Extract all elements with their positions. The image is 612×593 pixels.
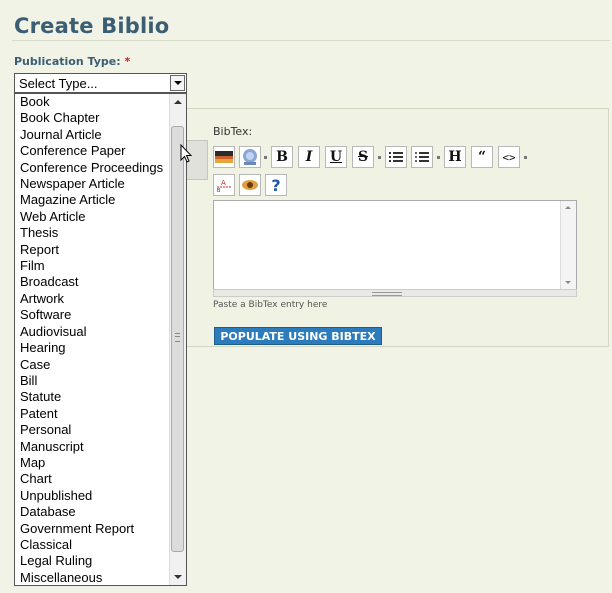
dropdown-option[interactable]: Conference Paper	[15, 143, 186, 159]
dropdown-option[interactable]: Database	[15, 504, 186, 520]
dropdown-option[interactable]: Unpublished	[15, 488, 186, 504]
dropdown-option[interactable]: Thesis	[15, 225, 186, 241]
toolbar-separator	[437, 156, 440, 159]
dropdown-option[interactable]: Broadcast	[15, 274, 186, 290]
dropdown-option[interactable]: Chart	[15, 471, 186, 487]
image-icon[interactable]	[213, 146, 235, 168]
dropdown-option[interactable]: Audiovisual	[15, 324, 186, 340]
publication-type-select[interactable]: Select Type...	[14, 73, 187, 93]
dropdown-option[interactable]: Patent	[15, 406, 186, 422]
dropdown-option[interactable]: Case	[15, 357, 186, 373]
option-list: Book Book Chapter Journal Article Conferenc…	[15, 94, 186, 585]
mouse-cursor-icon	[180, 144, 192, 163]
dropdown-option[interactable]: Artwork	[15, 291, 186, 307]
scroll-up-icon[interactable]	[174, 100, 182, 104]
page-title: Create Biblio	[14, 14, 170, 38]
dropdown-option[interactable]: Book Chapter	[15, 110, 186, 126]
bold-button[interactable]: B	[271, 146, 293, 168]
populate-bibtex-button[interactable]: POPULATE USING BIBTEX	[214, 327, 382, 345]
underline-button[interactable]: U	[325, 146, 347, 168]
scroll-thumb[interactable]	[171, 126, 184, 552]
dropdown-option[interactable]: Software	[15, 307, 186, 323]
toolbar-separator	[264, 156, 267, 159]
svg-text:A: A	[221, 179, 226, 187]
bullet-list-icon[interactable]	[411, 146, 433, 168]
strikethrough-button[interactable]: S	[352, 146, 374, 168]
chevron-down-icon[interactable]	[170, 75, 185, 91]
select-value: Select Type...	[19, 76, 98, 91]
dropdown-option[interactable]: Manuscript	[15, 439, 186, 455]
bibtex-label: BibTex:	[213, 125, 253, 138]
dropdown-option[interactable]: Film	[15, 258, 186, 274]
dropdown-option[interactable]: Classical	[15, 537, 186, 553]
dropdown-scrollbar[interactable]	[169, 94, 186, 585]
text-format-icon[interactable]: AB	[213, 174, 235, 196]
bibtex-textarea[interactable]	[213, 200, 577, 290]
dropdown-option[interactable]: Miscellaneous	[15, 570, 186, 585]
dropdown-option[interactable]: Statute	[15, 389, 186, 405]
scroll-up-icon[interactable]	[565, 206, 571, 209]
dropdown-option[interactable]: Report	[15, 242, 186, 258]
blockquote-button[interactable]: “	[471, 146, 493, 168]
dropdown-option[interactable]: Magazine Article	[15, 192, 186, 208]
dropdown-option[interactable]: Journal Article	[15, 127, 186, 143]
toolbar-separator	[378, 156, 381, 159]
svg-text:B: B	[217, 188, 221, 193]
dropdown-option[interactable]: Legal Ruling	[15, 553, 186, 569]
link-icon[interactable]	[239, 146, 261, 168]
bibtex-hint: Paste a BibTex entry here	[213, 300, 328, 310]
textarea-resize-handle[interactable]	[213, 289, 577, 297]
publication-type-label: Publication Type: *	[14, 55, 131, 68]
dropdown-option[interactable]: Web Article	[15, 209, 186, 225]
heading-button[interactable]: H	[444, 146, 466, 168]
dropdown-option[interactable]: Map	[15, 455, 186, 471]
scroll-down-icon[interactable]	[174, 575, 182, 579]
title-divider	[12, 40, 610, 41]
italic-button[interactable]: I	[298, 146, 320, 168]
dropdown-option[interactable]: Personal	[15, 422, 186, 438]
toolbar-separator	[524, 156, 527, 159]
scroll-down-icon[interactable]	[565, 281, 571, 284]
dropdown-option[interactable]: Newspaper Article	[15, 176, 186, 192]
dropdown-option[interactable]: Government Report	[15, 521, 186, 537]
code-button[interactable]: <>	[498, 146, 520, 168]
preview-eye-icon[interactable]	[239, 174, 261, 196]
grip-icon	[175, 333, 180, 342]
ordered-list-icon[interactable]	[385, 146, 407, 168]
required-mark: *	[124, 55, 131, 68]
dropdown-option[interactable]: Bill	[15, 373, 186, 389]
dropdown-option[interactable]: Book	[15, 94, 186, 110]
dropdown-option[interactable]: Hearing	[15, 340, 186, 356]
publication-type-dropdown[interactable]: Book Book Chapter Journal Article Conferenc…	[14, 93, 187, 586]
dropdown-option[interactable]: Conference Proceedings	[15, 160, 186, 176]
help-button[interactable]: ?	[265, 174, 287, 196]
textarea-scrollbar[interactable]	[560, 201, 576, 289]
